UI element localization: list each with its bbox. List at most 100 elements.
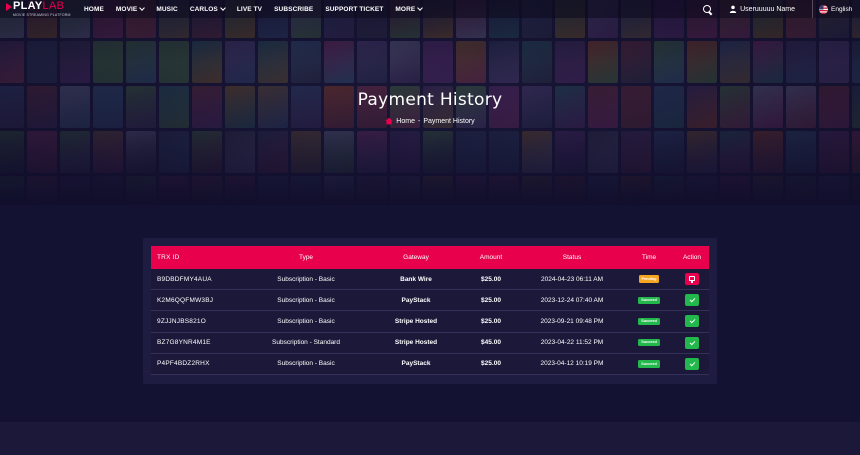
nav-item-label: LIVE TV: [236, 5, 263, 13]
trx-id: B9DBDFMY4AUA: [157, 275, 212, 283]
table-header: TRX ID Type Gateway Amount Status Time A…: [151, 246, 709, 269]
payment-type: Subscription - Basic: [277, 317, 335, 325]
chevron-down-icon: [139, 5, 146, 11]
trx-id: K2M6QQFMW3BJ: [157, 296, 214, 304]
table-body: B9DBDFMY4AUA Subscription - Basic Bank Wir…: [151, 269, 709, 375]
site-logo[interactable]: PLAY LAB MOVIE STREAMING PLATFORM: [6, 1, 76, 17]
payment-amount: $45.00: [481, 339, 501, 347]
confirm-button[interactable]: [685, 315, 699, 328]
breadcrumb-home[interactable]: Home: [396, 118, 415, 125]
language-selector[interactable]: English: [812, 0, 860, 18]
nav-item-label: MOVIE: [115, 5, 138, 13]
payment-date: 2023-04-12 10:19 PM: [540, 360, 604, 368]
main-menu: HOME MOVIE MUSIC CARLOS LIVE TV SUBSCRIBE SUPP…: [84, 0, 434, 18]
status-badge: Succeed: [638, 338, 660, 347]
col-header-action: Action: [682, 254, 702, 261]
nav-right: Useruuuuu Name English: [703, 0, 860, 18]
view-details-button[interactable]: [685, 273, 699, 286]
action-cell: [675, 357, 709, 370]
status-cell: Succeed: [623, 338, 675, 347]
search-icon[interactable]: [703, 4, 712, 14]
col-header-type: Type: [298, 254, 314, 261]
user-name: Useruuuuu Name: [740, 5, 795, 13]
home-icon: [385, 117, 393, 125]
status-badge: Pending: [638, 275, 660, 283]
payment-type: Subscription - Basic: [277, 360, 335, 368]
logo-tagline: MOVIE STREAMING PLATFORM: [13, 13, 71, 17]
status-badge: Succeed: [638, 296, 660, 305]
nav-item-label: HOME: [84, 5, 104, 13]
table-row: BZ7G8YNR4M1E Subscription - Standard Strip…: [151, 332, 709, 354]
payment-date: 2023-12-24 07:40 AM: [540, 296, 604, 304]
col-header-gateway: Gateway: [403, 254, 429, 261]
payment-amount: $25.00: [481, 317, 501, 325]
nav-item-label: SUPPORT TICKET: [325, 5, 384, 13]
user-icon: [729, 5, 737, 13]
nav-item-more[interactable]: MORE: [395, 5, 424, 13]
check-icon: [689, 360, 695, 367]
chevron-down-icon: [417, 5, 424, 11]
action-cell: [675, 315, 709, 328]
action-cell: [675, 273, 709, 286]
breadcrumb-current: Payment History: [423, 117, 475, 125]
payment-date: 2024-04-23 06:11 AM: [540, 275, 604, 283]
footer-band: [0, 422, 860, 455]
confirm-button[interactable]: [685, 336, 699, 349]
status-cell: Pending: [623, 275, 675, 283]
nav-item-support-ticket[interactable]: SUPPORT TICKET: [325, 6, 383, 13]
confirm-button[interactable]: [685, 357, 699, 370]
nav-item-label: SUBSCRIBE: [274, 5, 314, 13]
nav-item-music[interactable]: MUSIC: [156, 6, 177, 13]
payment-date: 2023-09-21 09:48 PM: [540, 317, 604, 325]
table-row: K2M6QQFMW3BJ Subscription - Basic PayStack…: [151, 290, 709, 312]
payment-history-card: TRX ID Type Gateway Amount Status Time A…: [143, 238, 717, 384]
breadcrumb-separator: -: [417, 117, 421, 125]
payment-type: Subscription - Basic: [277, 275, 335, 283]
status-badge: Succeed: [638, 360, 660, 368]
confirm-button[interactable]: [685, 294, 699, 307]
payment-gateway: PayStack: [401, 360, 431, 368]
payment-amount: $25.00: [481, 360, 501, 368]
check-icon: [689, 318, 695, 324]
col-header-trx: TRX ID: [157, 254, 180, 261]
logo-lab: LAB: [42, 0, 65, 12]
nav-item-movie[interactable]: MOVIE: [115, 5, 146, 13]
desktop-icon: [689, 276, 695, 283]
check-icon: [689, 339, 695, 345]
status-badge: Succeed: [638, 317, 660, 326]
chevron-down-icon: [220, 5, 226, 11]
status-cell: Succeed: [623, 317, 675, 326]
table-row: 9ZJJNJBS821O Subscription - Basic Stripe H…: [151, 311, 709, 333]
nav-item-label: MUSIC: [156, 5, 178, 13]
nav-item-carlos[interactable]: CARLOS: [189, 5, 226, 13]
breadcrumb: Home - Payment History: [0, 117, 860, 125]
trx-id: 9ZJJNJBS821O: [157, 317, 207, 325]
payment-gateway: Bank Wire: [400, 275, 432, 283]
user-menu[interactable]: Useruuuuu Name: [729, 5, 795, 13]
trx-id: P4PF4BDZ2RHX: [157, 360, 210, 368]
trx-id: BZ7G8YNR4M1E: [157, 339, 211, 347]
payment-gateway: Stripe Hosted: [394, 339, 438, 347]
nav-item-subscribe[interactable]: SUBSCRIBE: [274, 6, 313, 13]
col-header-time: Time: [641, 254, 657, 261]
payment-type: Subscription - Standard: [272, 339, 340, 347]
payment-gateway: PayStack: [401, 296, 431, 304]
table-row: P4PF4BDZ2RHX Subscription - Basic PayStack…: [151, 353, 709, 375]
status-cell: Succeed: [623, 360, 675, 368]
us-flag-icon: [819, 4, 828, 14]
action-cell: [675, 336, 709, 349]
language-label: English: [831, 5, 853, 13]
status-cell: Succeed: [623, 296, 675, 305]
top-navbar: PLAY LAB MOVIE STREAMING PLATFORM HOME MO…: [0, 0, 860, 18]
payment-gateway: Stripe Hosted: [394, 317, 438, 325]
nav-item-label: CARLOS: [189, 5, 218, 13]
nav-item-label: MORE: [395, 5, 416, 13]
check-icon: [689, 296, 695, 303]
play-icon: [6, 2, 12, 11]
action-cell: [675, 294, 709, 307]
col-header-amount: Amount: [479, 254, 503, 261]
nav-item-home[interactable]: HOME: [84, 6, 104, 13]
payment-amount: $25.00: [481, 296, 501, 304]
page-title: Payment History: [357, 90, 503, 110]
nav-item-live-tv[interactable]: LIVE TV: [237, 6, 262, 13]
